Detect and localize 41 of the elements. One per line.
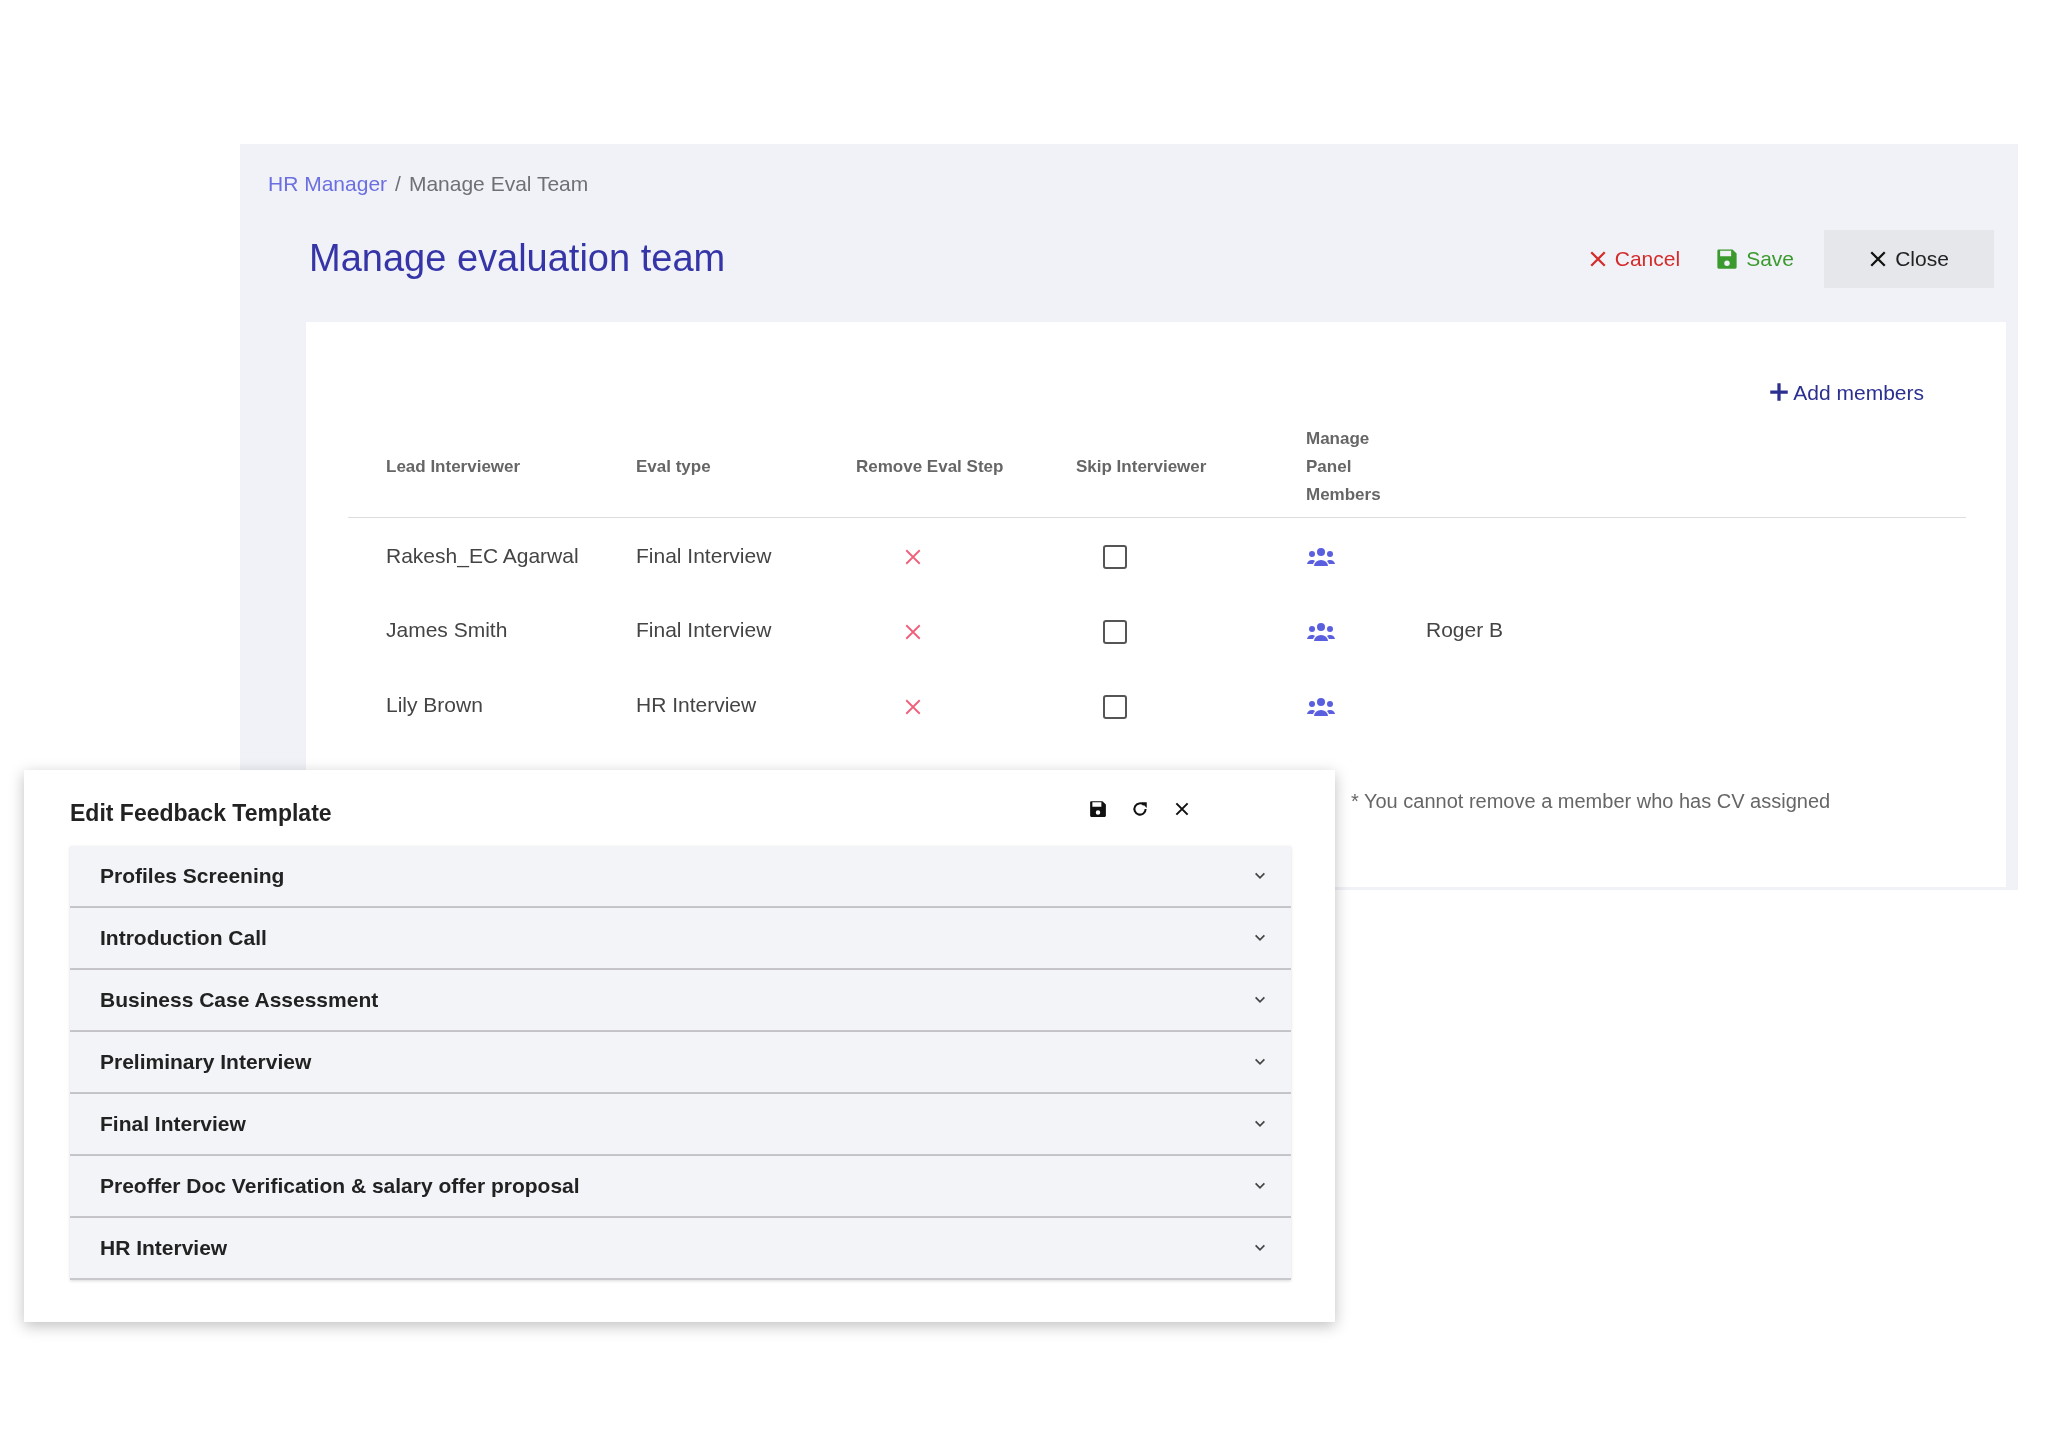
column-header: Eval type [598,425,818,518]
checkbox[interactable] [1103,694,1127,719]
accordion-header[interactable]: Profiles Screening [70,845,1291,908]
breadcrumb-separator: / [395,171,401,197]
checkbox[interactable] [1103,544,1127,569]
column-header: Manage Panel Members [1268,425,1388,518]
breadcrumb-link[interactable]: HR Manager [268,168,388,200]
close-button[interactable]: Close [1824,229,1994,288]
accordion-header[interactable]: Final Interview [70,1093,1291,1156]
table-cell: Roger B [1426,618,1504,642]
table-cell-text: Final Interview [635,617,773,644]
accordion-header[interactable]: Business Case Assessment [70,969,1291,1032]
cancel-button[interactable]: Cancel [1582,241,1687,276]
table-cell-text: HR Interview [635,692,758,719]
dialog-title: Edit Feedback Template [70,800,333,828]
table-cell-text: Lily Brown [385,692,484,719]
table-cell: Rakesh_EC Agarwal [348,517,598,593]
column-header: Remove Eval Step [818,425,1038,518]
add-members-button[interactable]: Add members [1763,375,1930,409]
checkbox[interactable] [1103,619,1127,644]
remove-icon[interactable] [904,697,922,716]
x-icon [1869,249,1888,268]
table-cell: Final Interview [598,517,818,593]
accordion-header[interactable]: Introduction Call [70,907,1291,970]
column-header: Skip Interviewer [1038,425,1268,518]
save-icon [1716,247,1739,270]
breadcrumb-current: Manage Eval Team [408,171,589,197]
people-icon[interactable] [1306,546,1336,567]
page-title: Manage evaluation team [309,235,727,281]
plus-icon [1769,382,1790,403]
people-icon[interactable] [1306,696,1336,717]
accordion-header[interactable]: Preliminary Interview [70,1031,1291,1094]
table-cell-text: James Smith [385,617,509,644]
remove-icon[interactable] [904,547,922,566]
remove-icon[interactable] [904,622,922,641]
accordion-header[interactable]: HR Interview [70,1217,1291,1280]
accordion-header[interactable]: Preoffer Doc Verification & salary offer proposal [70,1155,1291,1218]
x-icon [1588,249,1607,268]
column-header: Lead Interviewer [348,425,598,518]
people-icon[interactable] [1306,621,1336,642]
note-text: * You cannot remove a member who has CV assigned [1351,789,1831,814]
